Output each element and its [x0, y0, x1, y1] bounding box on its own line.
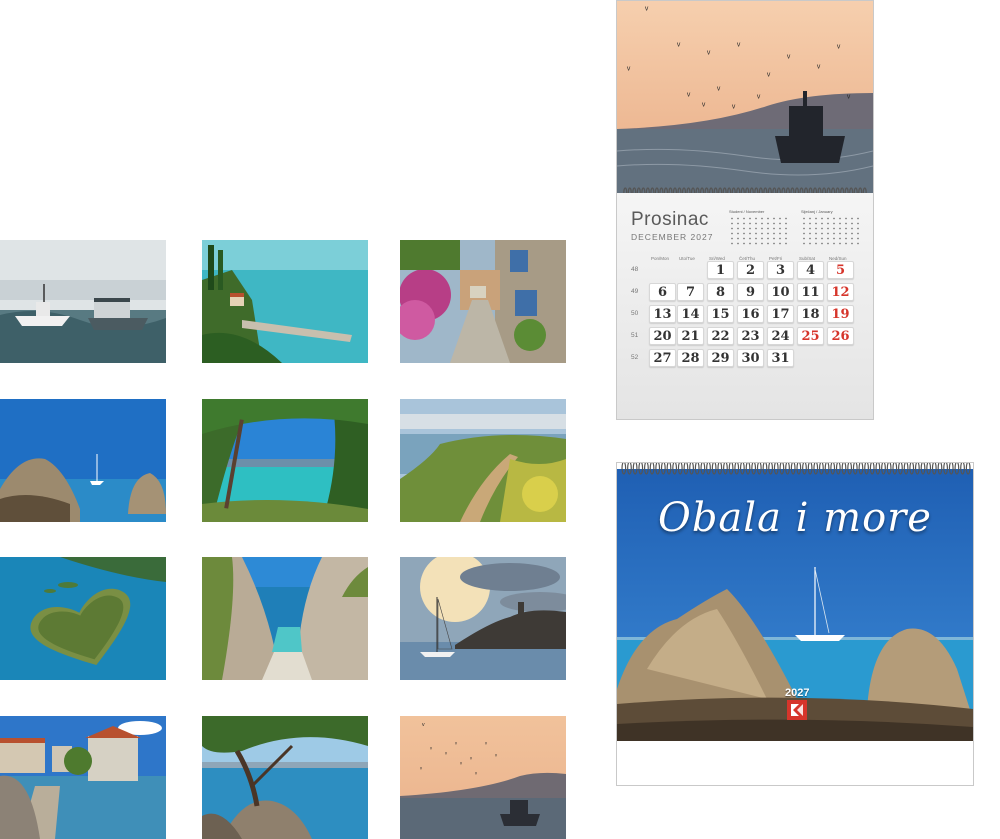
thumbnail-stone-village [0, 716, 166, 839]
thumbnail-heart-island [0, 557, 166, 680]
mini-calendar-previous: Studeni / November [729, 209, 789, 249]
calendar-day: 2 [737, 261, 764, 279]
calendar-day: 3 [767, 261, 794, 279]
weekday-header: Uto/Tue [679, 256, 695, 261]
calendar-day: 15 [707, 305, 734, 323]
mini-calendar-next: Siječanj / January [801, 209, 861, 249]
calendar-day: 8 [707, 283, 734, 301]
svg-text:ᵛ: ᵛ [484, 742, 487, 748]
calendar-day: 29 [707, 349, 734, 367]
calendar-day: 24 [767, 327, 794, 345]
calendar-day: 4 [797, 261, 824, 279]
svg-text:ᵛ: ᵛ [444, 752, 447, 758]
thumbnail-fishing-boat-gulls: ᵛ ᵛ ᵛ ᵛ ᵛ ᵛ ᵛ ᵛ ᵛ ᵛ [400, 716, 566, 839]
calendar-day: 16 [737, 305, 764, 323]
spiral-binding [621, 463, 971, 475]
mini-calendar-previous-title: Studeni / November [729, 209, 765, 214]
thumbnail-stone-alley [400, 240, 566, 363]
wall-calendar: ᵛᵛᵛ ᵛᵛᵛ ᵛᵛᵛ ᵛᵛᵛ ᵛᵛᵛ Prosinac DECEMBER 20… [616, 0, 874, 420]
wall-calendar-photo: ᵛᵛᵛ ᵛᵛᵛ ᵛᵛᵛ ᵛᵛᵛ ᵛᵛᵛ [617, 1, 873, 193]
calendar-day: 13 [649, 305, 676, 323]
month-subtitle: DECEMBER 2027 [631, 232, 714, 242]
week-number: 48 [631, 266, 639, 273]
calendar-day: 22 [707, 327, 734, 345]
thumbnail-beach-cove [202, 557, 368, 680]
week-number: 51 [631, 332, 639, 339]
weekday-header: Pon/Mon [651, 256, 670, 261]
calendar-day: 25 [797, 327, 824, 345]
calendar-day: 30 [737, 349, 764, 367]
cover-calendar: Obala i more 2027 [616, 462, 974, 786]
svg-text:ᵛ: ᵛ [429, 747, 432, 753]
cover-year: 2027 [785, 687, 810, 699]
thumbnail-coastal-pier [202, 240, 368, 363]
svg-text:ᵛ: ᵛ [459, 762, 462, 768]
calendar-day: 10 [767, 283, 794, 301]
thumbnail-sailboat-sunset [400, 557, 566, 680]
calendar-day: 12 [827, 283, 854, 301]
calendar-day: 1 [707, 261, 734, 279]
calendar-day: 21 [677, 327, 704, 345]
thumbnail-pine-rocky-shore [202, 716, 368, 839]
svg-text:ᵛ: ᵛ [421, 721, 425, 730]
month-title: Prosinac [631, 209, 709, 230]
mini-calendar-next-title: Siječanj / January [801, 209, 833, 214]
svg-text:ᵛ: ᵛ [494, 754, 497, 760]
calendar-day: 17 [767, 305, 794, 323]
calendar-day: 9 [737, 283, 764, 301]
svg-text:ᵛ: ᵛ [454, 742, 457, 748]
calendar-day: 18 [797, 305, 824, 323]
week-number: 49 [631, 288, 639, 295]
thumbnail-coastal-path [400, 399, 566, 522]
calendar-day: 20 [649, 327, 676, 345]
calendar-day: 5 [827, 261, 854, 279]
svg-text:ᵛ: ᵛ [469, 757, 472, 763]
svg-text:ᵛ: ᵛ [419, 767, 422, 773]
publisher-logo [787, 700, 807, 720]
calendar-day: 14 [677, 305, 704, 323]
week-number: 52 [631, 354, 639, 361]
thumbnail-bay-pines [202, 399, 368, 522]
calendar-day: 6 [649, 283, 676, 301]
calendar-day: 26 [827, 327, 854, 345]
calendar-day: 28 [677, 349, 704, 367]
svg-text:ᵛ: ᵛ [474, 772, 477, 778]
week-number: 50 [631, 310, 639, 317]
thumbnail-sailboat-rocks [0, 399, 166, 522]
calendar-day: 19 [827, 305, 854, 323]
calendar-grid: Prosinac DECEMBER 2027 Studeni / Novembe… [617, 193, 873, 419]
calendar-day: 27 [649, 349, 676, 367]
cover-title: Obala i more [658, 495, 932, 541]
calendar-day: 11 [797, 283, 824, 301]
calendar-day: 23 [737, 327, 764, 345]
thumbnail-fishing-boats-mist [0, 240, 166, 363]
calendar-day: 31 [767, 349, 794, 367]
calendar-day: 7 [677, 283, 704, 301]
